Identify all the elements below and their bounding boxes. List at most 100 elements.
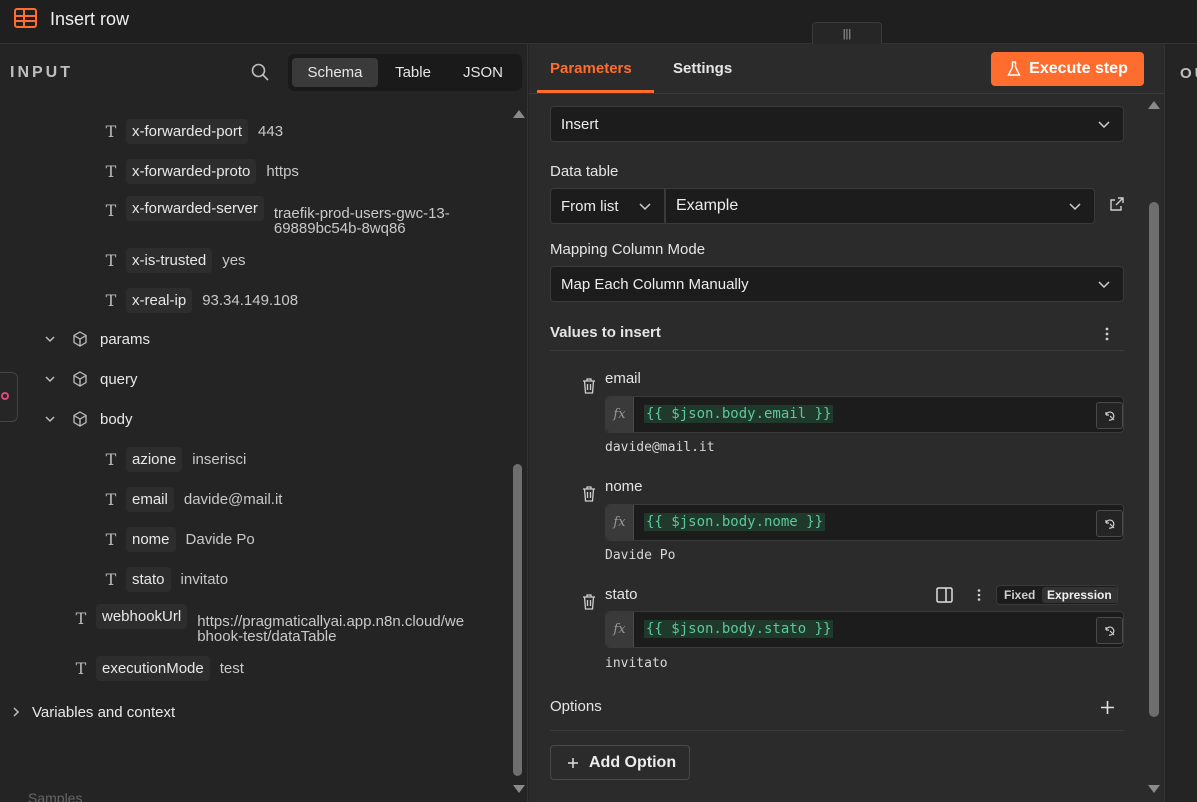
tree-row[interactable]: T x-real-ip 93.34.149.108: [104, 285, 298, 315]
object-key: body: [100, 410, 133, 428]
scroll-up-arrow[interactable]: [1148, 101, 1160, 109]
mapping-column-mode-value: Map Each Column Manually: [561, 275, 749, 293]
tree-row[interactable]: T azione inserisci: [104, 444, 246, 474]
tab-settings[interactable]: Settings: [673, 60, 732, 77]
field-key[interactable]: azione: [126, 446, 183, 472]
tree-row[interactable]: T nome Davide Po: [104, 524, 255, 554]
panel-drag-handle[interactable]: |||: [812, 22, 882, 44]
add-option-button[interactable]: Add Option: [550, 745, 690, 780]
tree-row[interactable]: T x-forwarded-port 443: [104, 116, 283, 146]
scroll-down-arrow[interactable]: [1148, 785, 1160, 793]
tree-row[interactable]: T stato invitato: [104, 564, 228, 594]
values-to-insert-label: Values to insert: [550, 324, 661, 341]
more-options-icon[interactable]: [1104, 326, 1110, 342]
expression-input-stato[interactable]: fx {{ $json.body.stato }}: [605, 611, 1124, 648]
plus-icon[interactable]: [1100, 700, 1115, 715]
tree-row-params[interactable]: params: [44, 324, 150, 354]
scroll-down-arrow[interactable]: [513, 785, 525, 793]
text-type-icon: T: [75, 658, 87, 678]
expand-expression-button[interactable]: [1096, 617, 1123, 644]
chevron-down-icon[interactable]: [44, 413, 56, 425]
variables-and-context-toggle[interactable]: Variables and context: [10, 697, 175, 727]
params-scrollbar-thumb[interactable]: [1149, 202, 1159, 717]
tree-row[interactable]: T x-forwarded-server traefik-prod-users-…: [104, 196, 450, 240]
tree-row[interactable]: T email davide@mail.it: [104, 484, 282, 514]
cube-icon: [73, 411, 87, 427]
execute-step-button[interactable]: Execute step: [991, 52, 1144, 86]
trash-icon[interactable]: [582, 378, 596, 394]
mapping-column-mode-select[interactable]: Map Each Column Manually: [550, 266, 1124, 302]
left-scrollbar-thumb[interactable]: [513, 464, 522, 776]
text-type-icon: T: [105, 250, 117, 270]
chevron-down-icon[interactable]: [44, 333, 56, 345]
field-key[interactable]: executionMode: [96, 655, 210, 681]
tab-json[interactable]: JSON: [450, 58, 516, 87]
operation-select[interactable]: Insert: [550, 106, 1124, 142]
field-options-icon[interactable]: [976, 588, 982, 602]
parameters-tabs: Parameters Settings Execute step: [529, 44, 1164, 94]
field-key[interactable]: x-is-trusted: [126, 247, 213, 273]
tree-row-webhook-url[interactable]: T webhookUrl https://pragmaticallyai.app…: [74, 604, 464, 648]
expand-expression-button[interactable]: [1096, 510, 1123, 537]
view-mode-tabs: Schema Table JSON: [288, 54, 522, 91]
field-key[interactable]: x-real-ip: [126, 287, 193, 313]
collapsed-side-tab[interactable]: [0, 372, 18, 422]
text-type-icon: T: [105, 529, 117, 549]
field-key[interactable]: x-forwarded-proto: [126, 158, 257, 184]
object-key: params: [100, 330, 151, 348]
chevron-down-icon[interactable]: [44, 373, 56, 385]
expand-expression-button[interactable]: [1096, 402, 1123, 429]
chevron-down-icon: [1069, 203, 1081, 211]
split-view-icon[interactable]: [936, 587, 953, 603]
scroll-up-arrow[interactable]: [513, 110, 525, 118]
field-name-stato: stato: [605, 586, 638, 603]
tree-row-execution-mode[interactable]: T executionMode test: [74, 653, 244, 683]
cube-icon: [73, 371, 87, 387]
tree-row[interactable]: T x-forwarded-proto https: [104, 156, 299, 186]
data-table-select[interactable]: Example: [665, 188, 1095, 224]
expression-text: {{ $json.body.stato }}: [644, 620, 834, 638]
field-value: Davide Po: [185, 530, 255, 548]
field-value: yes: [222, 251, 246, 269]
field-key[interactable]: x-forwarded-port: [126, 118, 249, 144]
node-title[interactable]: Insert row: [50, 9, 129, 30]
field-key[interactable]: stato: [126, 566, 171, 592]
toggle-fixed[interactable]: Fixed: [1004, 588, 1035, 602]
data-table-source-select[interactable]: From list: [550, 188, 665, 224]
expression-preview: davide@mail.it: [605, 440, 715, 455]
cube-icon: [73, 331, 87, 347]
fx-icon: fx: [606, 612, 634, 647]
expression-input-email[interactable]: fx {{ $json.body.email }}: [605, 396, 1124, 433]
tree-row[interactable]: T x-is-trusted yes: [104, 245, 246, 275]
options-label: Options: [550, 698, 602, 715]
fixed-expression-toggle[interactable]: Fixed Expression: [996, 585, 1118, 605]
operation-value: Insert: [561, 115, 599, 133]
expression-text: {{ $json.body.email }}: [644, 405, 834, 423]
text-type-icon: T: [105, 290, 117, 310]
field-value: test: [219, 659, 244, 677]
search-icon[interactable]: [251, 63, 269, 81]
field-value: traefik-prod-users-gwc-13- 69889bc54b-8w…: [273, 205, 450, 237]
tab-table[interactable]: Table: [380, 58, 446, 87]
external-link-icon[interactable]: [1109, 196, 1125, 212]
expression-input-nome[interactable]: fx {{ $json.body.nome }}: [605, 504, 1124, 541]
active-tab-indicator: [537, 90, 654, 93]
field-key[interactable]: nome: [126, 526, 176, 552]
execute-step-label: Execute step: [1029, 60, 1128, 77]
tab-parameters[interactable]: Parameters: [550, 60, 632, 77]
expression-preview: invitato: [605, 656, 668, 671]
tab-schema[interactable]: Schema: [292, 58, 378, 87]
top-bar: Insert row |||: [0, 0, 1197, 44]
field-key[interactable]: webhookUrl: [96, 604, 188, 629]
trash-icon[interactable]: [582, 486, 596, 502]
text-type-icon: T: [105, 489, 117, 509]
tree-row-body[interactable]: body: [44, 404, 133, 434]
toggle-expression[interactable]: Expression: [1042, 587, 1117, 603]
tree-row-query[interactable]: query: [44, 364, 138, 394]
data-table-source-value: From list: [561, 197, 619, 215]
field-key[interactable]: x-forwarded-server: [126, 196, 264, 221]
field-value: 93.34.149.108: [202, 291, 299, 309]
field-key[interactable]: email: [126, 486, 174, 512]
input-panel-title: INPUT: [10, 64, 73, 81]
trash-icon[interactable]: [582, 594, 596, 610]
